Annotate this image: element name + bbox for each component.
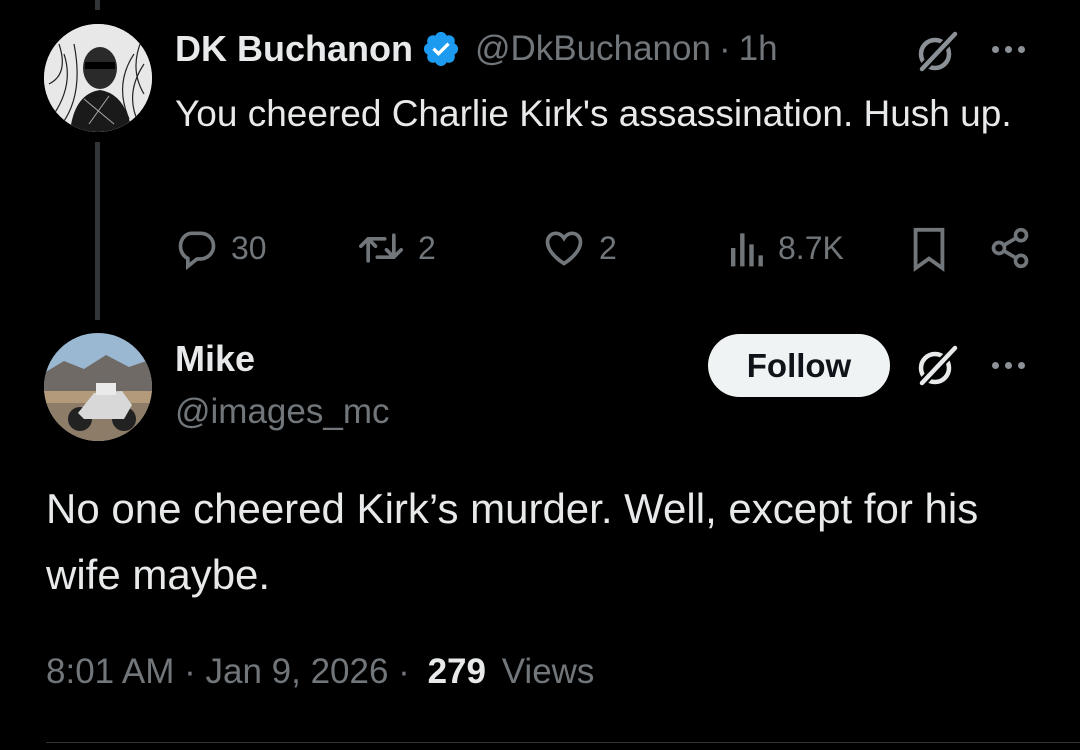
repost-count: 2 [418, 229, 436, 266]
views-action[interactable]: 8.7K [726, 226, 844, 270]
heart-icon [545, 231, 583, 266]
reply-handle[interactable]: @images_mc [175, 392, 389, 432]
analytics-icon [730, 233, 763, 267]
reply-icon [178, 231, 216, 270]
avatar-image [44, 333, 152, 441]
avatar-mike[interactable] [44, 333, 152, 441]
repost-action[interactable]: 2 [356, 226, 436, 270]
verified-badge-icon [421, 29, 461, 69]
divider [46, 742, 1080, 743]
reply-action[interactable]: 30 [175, 226, 267, 270]
reply-tweet-text: No one cheered Kirk’s murder. Well, exce… [46, 485, 979, 598]
parent-tweet-text: You cheered Charlie Kirk's assassination… [175, 93, 1012, 134]
view-count: 8.7K [778, 229, 844, 266]
handle[interactable]: @DkBuchanon [475, 29, 711, 69]
thread-line-top [95, 0, 100, 10]
avatar-image [44, 24, 152, 132]
reply-count: 30 [231, 229, 267, 266]
share-icon[interactable] [988, 226, 1032, 275]
tweet-time[interactable]: 1h [739, 29, 778, 69]
views-count: 279 [427, 652, 486, 691]
thread-line [95, 142, 100, 320]
bookmark-icon[interactable] [908, 226, 950, 277]
avatar-dk-buchanon[interactable] [44, 24, 152, 132]
more-options-icon[interactable] [992, 362, 1025, 369]
reply-display-name[interactable]: Mike [175, 338, 255, 380]
tweet-timestamp[interactable]: 8:01 AM · Jan 9, 2026 · [46, 652, 410, 691]
separator: · [718, 29, 731, 68]
more-options-icon[interactable] [992, 46, 1025, 53]
follow-button[interactable]: Follow [708, 334, 890, 397]
display-name[interactable]: DK Buchanon [175, 28, 413, 70]
views-label: Views [501, 652, 595, 691]
like-count: 2 [599, 229, 617, 266]
grok-icon[interactable] [913, 28, 961, 81]
parent-tweet-header: DK Buchanon @DkBuchanon · 1h [175, 28, 778, 70]
tweet-meta-row: 8:01 AM · Jan 9, 2026 · 279 Views [46, 652, 594, 692]
repost-icon [359, 233, 403, 263]
grok-icon-reply[interactable] [913, 342, 961, 395]
like-action[interactable]: 2 [541, 226, 617, 270]
